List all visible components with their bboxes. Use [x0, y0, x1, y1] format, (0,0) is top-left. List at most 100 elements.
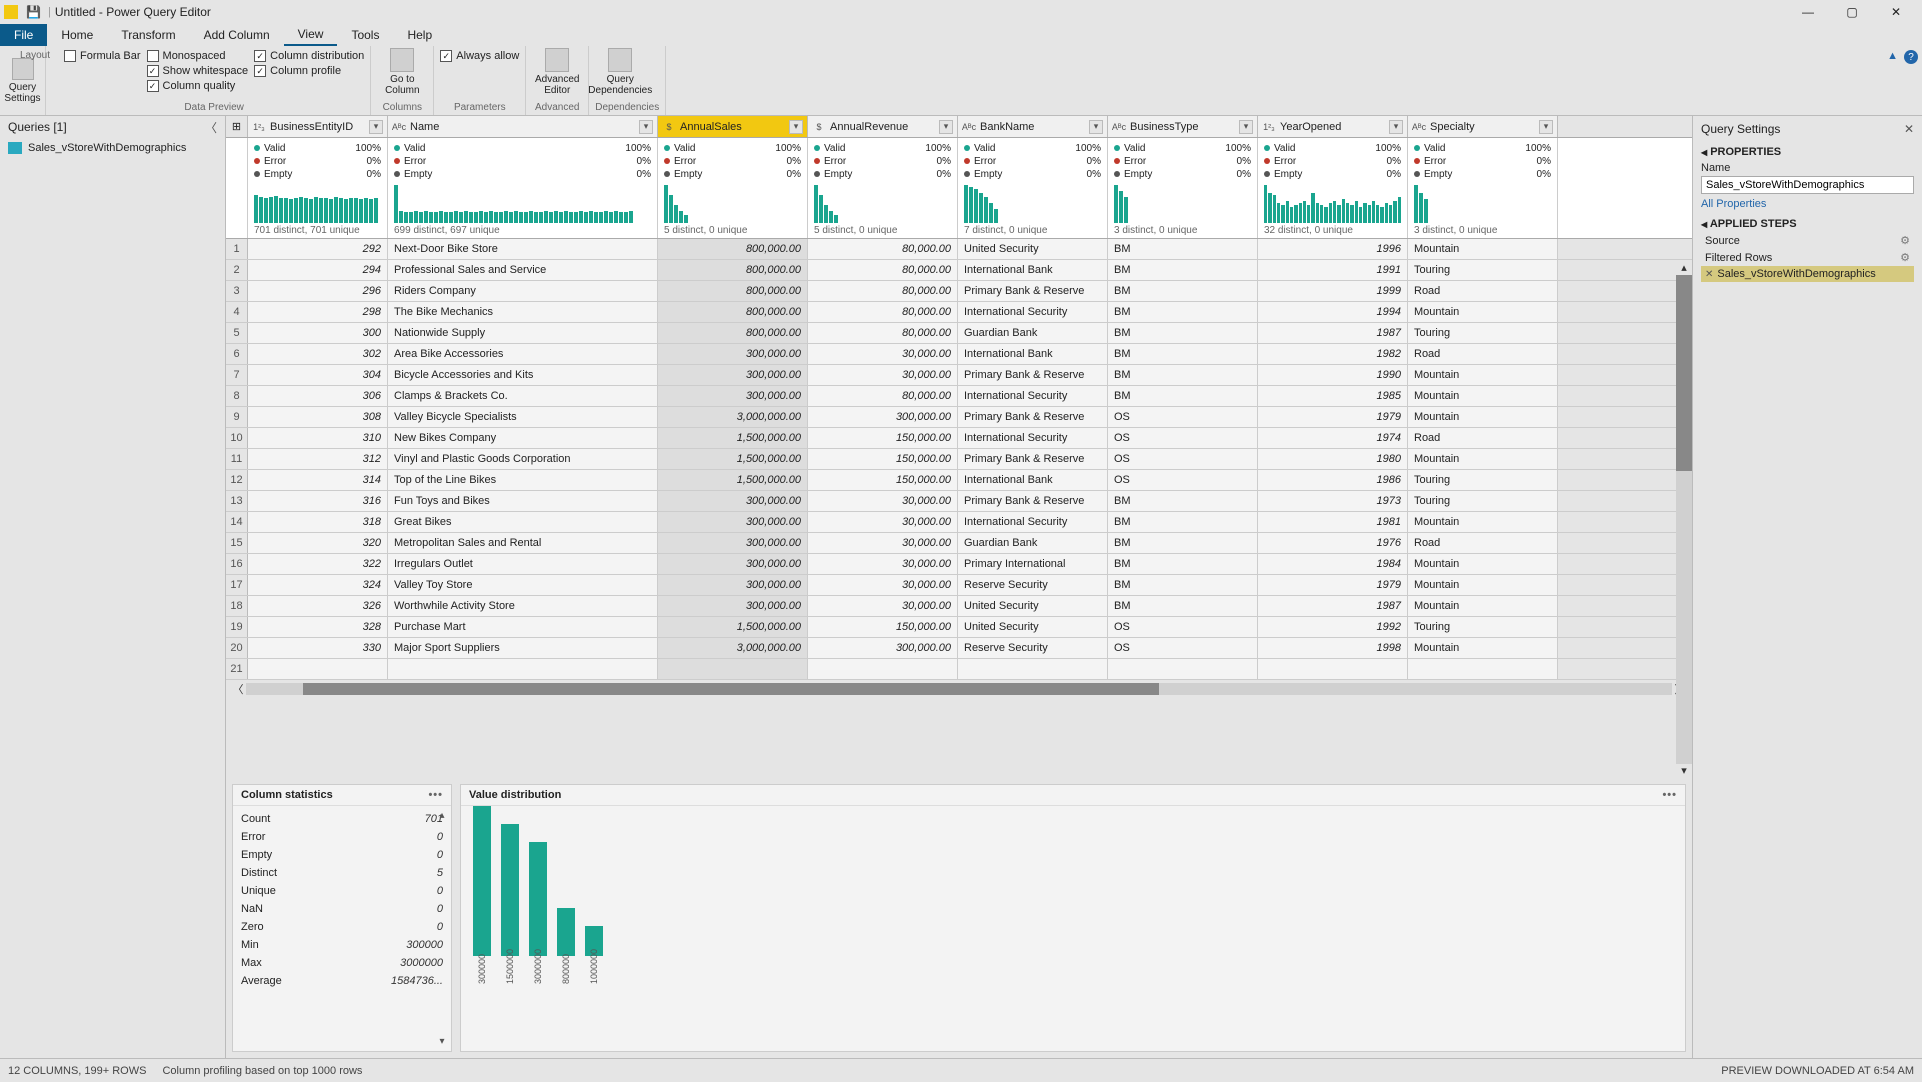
table-cell[interactable]: Mountain [1408, 512, 1558, 532]
table-cell[interactable] [958, 659, 1108, 679]
table-cell[interactable]: Nationwide Supply [388, 323, 658, 343]
data-type-icon[interactable]: Aᴮc [1112, 120, 1126, 134]
table-cell[interactable]: Professional Sales and Service [388, 260, 658, 280]
table-cell[interactable]: 150,000.00 [808, 617, 958, 637]
table-cell[interactable]: Bicycle Accessories and Kits [388, 365, 658, 385]
table-cell[interactable]: Valley Bicycle Specialists [388, 407, 658, 427]
table-cell[interactable]: 800,000.00 [658, 302, 808, 322]
table-cell[interactable]: 800,000.00 [658, 239, 808, 259]
table-cell[interactable]: BM [1108, 323, 1258, 343]
table-cell[interactable]: 30,000.00 [808, 365, 958, 385]
table-cell[interactable]: 300,000.00 [808, 638, 958, 658]
table-cell[interactable]: 300,000.00 [658, 554, 808, 574]
table-cell[interactable]: 3,000,000.00 [658, 638, 808, 658]
table-cell[interactable]: BM [1108, 239, 1258, 259]
table-cell[interactable]: Mountain [1408, 575, 1558, 595]
all-properties-link[interactable]: All Properties [1701, 194, 1914, 214]
table-cell[interactable]: 30,000.00 [808, 575, 958, 595]
table-row[interactable]: 16322Irregulars Outlet300,000.0030,000.0… [226, 554, 1692, 575]
table-cell[interactable]: 30,000.00 [808, 512, 958, 532]
menu-view[interactable]: View [284, 24, 338, 46]
table-cell[interactable]: BM [1108, 575, 1258, 595]
table-cell[interactable]: 328 [248, 617, 388, 637]
table-cell[interactable]: Reserve Security [958, 638, 1108, 658]
chevron-down-icon[interactable]: ▾ [639, 120, 653, 134]
table-cell[interactable]: United Security [958, 596, 1108, 616]
table-cell[interactable]: BM [1108, 302, 1258, 322]
table-cell[interactable]: Road [1408, 428, 1558, 448]
table-cell[interactable]: The Bike Mechanics [388, 302, 658, 322]
table-cell[interactable]: 318 [248, 512, 388, 532]
table-cell[interactable] [1108, 659, 1258, 679]
table-cell[interactable]: 80,000.00 [808, 386, 958, 406]
data-type-icon[interactable]: $ [812, 120, 826, 134]
table-cell[interactable]: 300,000.00 [808, 407, 958, 427]
table-cell[interactable]: 1991 [1258, 260, 1408, 280]
table-cell[interactable]: Great Bikes [388, 512, 658, 532]
chk-monospaced[interactable]: Monospaced [147, 50, 249, 62]
minimize-button[interactable]: — [1786, 5, 1830, 19]
table-cell[interactable]: 150,000.00 [808, 449, 958, 469]
table-cell[interactable]: 314 [248, 470, 388, 490]
table-cell[interactable]: Top of the Line Bikes [388, 470, 658, 490]
table-cell[interactable]: 324 [248, 575, 388, 595]
table-cell[interactable]: Touring [1408, 260, 1558, 280]
table-row[interactable]: 9308Valley Bicycle Specialists3,000,000.… [226, 407, 1692, 428]
chevron-down-icon[interactable]: ▾ [1539, 120, 1553, 134]
table-cell[interactable]: Touring [1408, 491, 1558, 511]
table-cell[interactable]: 1986 [1258, 470, 1408, 490]
table-cell[interactable]: Clamps & Brackets Co. [388, 386, 658, 406]
table-cell[interactable]: 296 [248, 281, 388, 301]
table-cell[interactable]: Mountain [1408, 386, 1558, 406]
table-cell[interactable]: OS [1108, 638, 1258, 658]
table-row[interactable]: 7304Bicycle Accessories and Kits300,000.… [226, 365, 1692, 386]
column-header[interactable]: AᴮcBusinessType▾ [1108, 116, 1258, 137]
table-cell[interactable]: Metropolitan Sales and Rental [388, 533, 658, 553]
table-cell[interactable]: 80,000.00 [808, 323, 958, 343]
chevron-down-icon[interactable]: ▾ [369, 120, 383, 134]
table-cell[interactable] [248, 659, 388, 679]
table-cell[interactable]: Purchase Mart [388, 617, 658, 637]
table-cell[interactable]: 1979 [1258, 575, 1408, 595]
table-cell[interactable]: 1979 [1258, 407, 1408, 427]
table-cell[interactable]: Guardian Bank [958, 533, 1108, 553]
table-cell[interactable]: OS [1108, 470, 1258, 490]
scroll-up-icon[interactable]: ▴ [1676, 261, 1692, 275]
table-row[interactable]: 18326Worthwhile Activity Store300,000.00… [226, 596, 1692, 617]
table-cell[interactable]: Major Sport Suppliers [388, 638, 658, 658]
applied-step[interactable]: ✕Sales_vStoreWithDemographics [1701, 266, 1914, 282]
table-row[interactable]: 11312Vinyl and Plastic Goods Corporation… [226, 449, 1692, 470]
table-row[interactable]: 8306Clamps & Brackets Co.300,000.0080,00… [226, 386, 1692, 407]
close-button[interactable]: ✕ [1874, 5, 1918, 19]
table-cell[interactable]: 322 [248, 554, 388, 574]
table-cell[interactable]: 300,000.00 [658, 344, 808, 364]
table-cell[interactable]: 30,000.00 [808, 533, 958, 553]
table-row[interactable]: 13316Fun Toys and Bikes300,000.0030,000.… [226, 491, 1692, 512]
table-cell[interactable]: Mountain [1408, 449, 1558, 469]
table-cell[interactable]: 1985 [1258, 386, 1408, 406]
save-icon[interactable]: 💾 [26, 5, 40, 19]
table-cell[interactable]: 1981 [1258, 512, 1408, 532]
data-type-icon[interactable]: Aᴮc [1412, 120, 1426, 134]
table-cell[interactable]: 330 [248, 638, 388, 658]
table-cell[interactable]: United Security [958, 617, 1108, 637]
table-cell[interactable]: 80,000.00 [808, 239, 958, 259]
table-cell[interactable]: Fun Toys and Bikes [388, 491, 658, 511]
table-row[interactable]: 17324Valley Toy Store300,000.0030,000.00… [226, 575, 1692, 596]
table-cell[interactable]: 80,000.00 [808, 281, 958, 301]
table-row[interactable]: 1292Next-Door Bike Store800,000.0080,000… [226, 239, 1692, 260]
table-cell[interactable]: International Bank [958, 470, 1108, 490]
table-cell[interactable]: 80,000.00 [808, 302, 958, 322]
chk-column-quality[interactable]: ✓Column quality [147, 80, 249, 92]
table-cell[interactable]: Road [1408, 533, 1558, 553]
table-cell[interactable]: Reserve Security [958, 575, 1108, 595]
table-cell[interactable]: OS [1108, 617, 1258, 637]
table-cell[interactable]: BM [1108, 596, 1258, 616]
table-cell[interactable]: 1987 [1258, 596, 1408, 616]
table-cell[interactable]: 292 [248, 239, 388, 259]
table-cell[interactable]: OS [1108, 428, 1258, 448]
chevron-down-icon[interactable]: ▾ [789, 120, 803, 134]
chevron-down-icon[interactable]: ▾ [1089, 120, 1103, 134]
table-cell[interactable]: International Security [958, 512, 1108, 532]
table-cell[interactable]: 310 [248, 428, 388, 448]
